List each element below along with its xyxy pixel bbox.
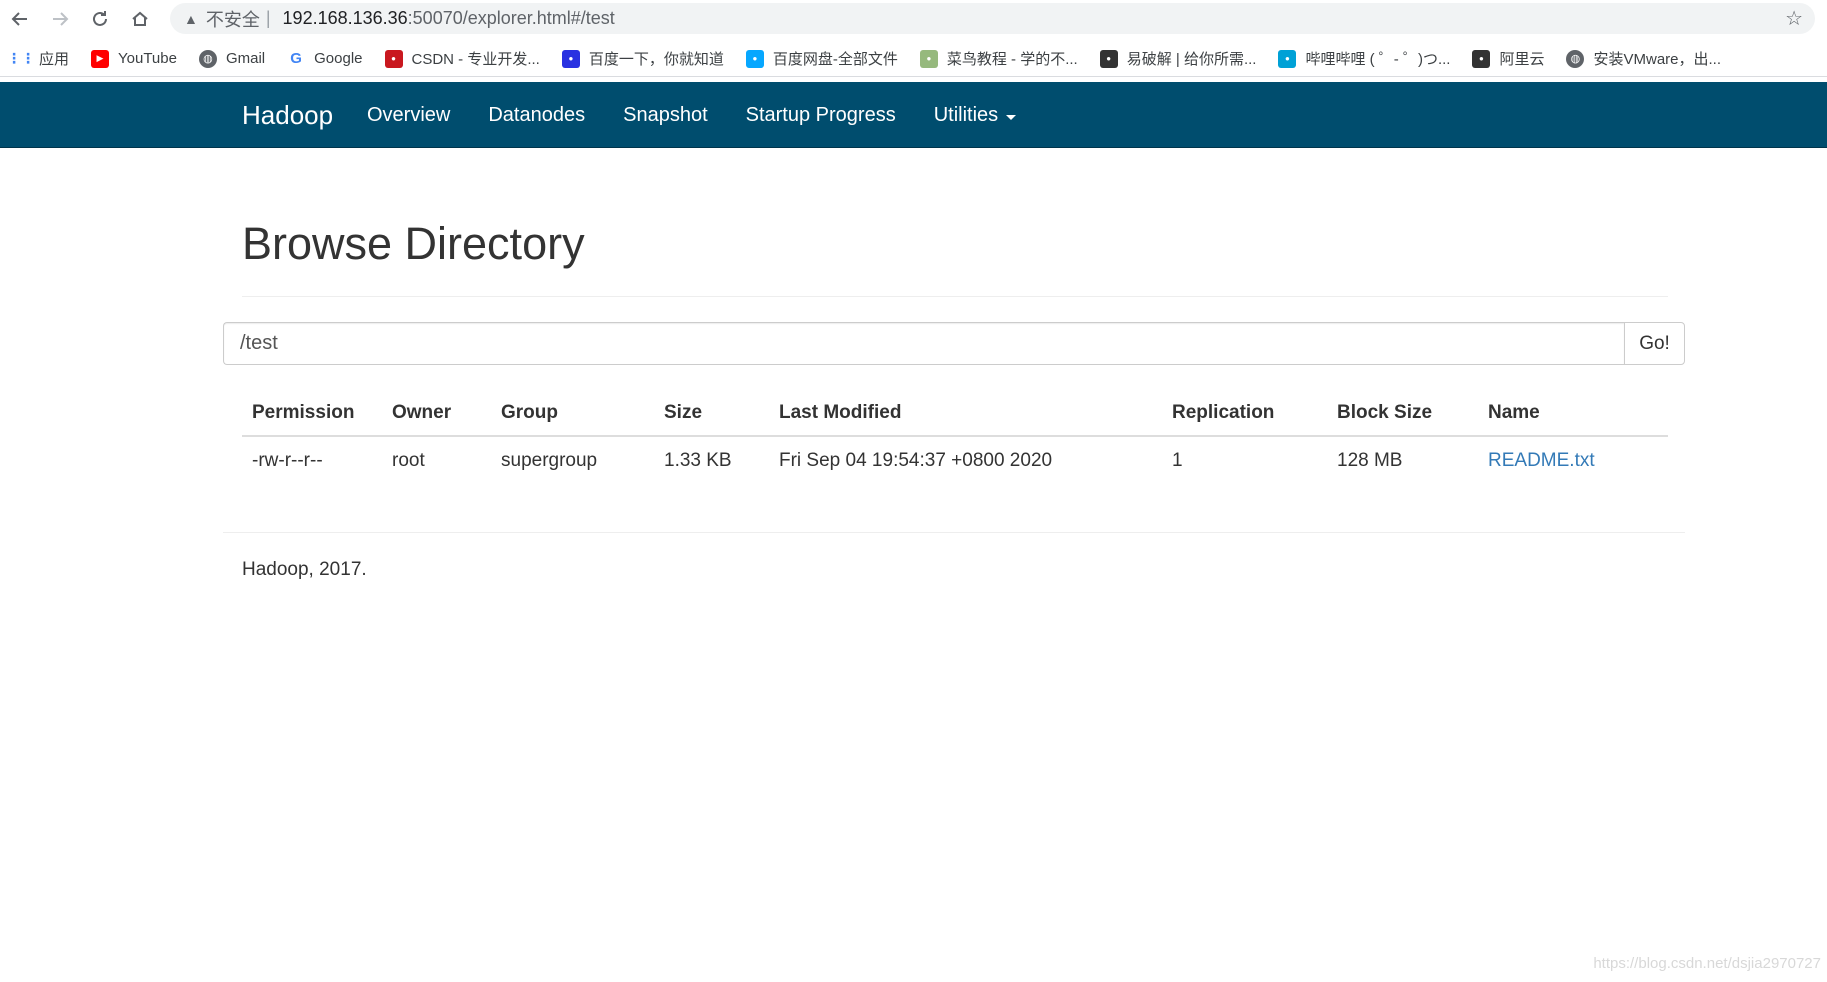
hadoop-navbar: Hadoop Overview Datanodes Snapshot Start… bbox=[0, 82, 1827, 148]
col-replication[interactable]: Replication bbox=[1162, 390, 1327, 437]
bookmark-star-icon[interactable]: ☆ bbox=[1785, 6, 1803, 31]
bookmark-label: 阿里云 bbox=[1499, 51, 1545, 68]
back-button[interactable] bbox=[0, 0, 40, 37]
cell-permission: -rw-r--r-- bbox=[252, 449, 323, 471]
bookmark-label: Google bbox=[314, 50, 363, 67]
col-permission[interactable]: Permission bbox=[242, 390, 382, 437]
title-divider bbox=[242, 296, 1668, 297]
bookmarks-bar: ⋮⋮ 应用 ▶ YouTube ◍ Gmail G Google ● CSDN - 专业开发...… bbox=[0, 41, 1827, 77]
globe-icon: ◍ bbox=[198, 49, 217, 68]
cell-group: supergroup bbox=[501, 449, 598, 471]
bookmark-label: 安装VMware，出... bbox=[1593, 51, 1721, 68]
bookmark-label: YouTube bbox=[118, 50, 177, 67]
arrow-right-icon bbox=[53, 11, 69, 26]
nav-utilities-dropdown[interactable]: Utilities bbox=[933, 104, 1017, 127]
cell-block-size: 128 MB bbox=[1337, 449, 1403, 471]
cell-size: 1.33 KB bbox=[664, 449, 732, 471]
bookmark-label: 哔哩哔哩 ( ゜- ゜)つ... bbox=[1305, 51, 1451, 68]
baidu-paw-icon: ● bbox=[561, 49, 580, 68]
bookmark-item[interactable]: ● 阿里云 bbox=[1472, 48, 1544, 69]
google-icon: G bbox=[290, 50, 302, 67]
directory-form: Go! bbox=[223, 322, 1685, 365]
bookmark-label: 百度网盘-全部文件 bbox=[772, 51, 898, 68]
youtube-icon: ▶ bbox=[91, 49, 110, 68]
file-link-readme[interactable]: README.txt bbox=[1478, 436, 1668, 484]
bookmark-label: 菜鸟教程 - 学的不... bbox=[946, 51, 1078, 68]
go-button[interactable]: Go! bbox=[1624, 322, 1685, 365]
bookmark-item[interactable]: ● 百度一下，你就知道 bbox=[561, 48, 724, 69]
col-owner[interactable]: Owner bbox=[382, 390, 491, 437]
address-bar[interactable]: ▲ 不安全 | 192.168.136.36 :50070/explorer.h… bbox=[170, 3, 1815, 34]
aliyun-icon: ● bbox=[1472, 49, 1491, 68]
globe-icon: ◍ bbox=[1566, 49, 1585, 68]
page-title: Browse Directory bbox=[242, 218, 585, 269]
baidu-cloud-icon: ● bbox=[745, 49, 764, 68]
bookmark-label: CSDN - 专业开发... bbox=[411, 51, 540, 68]
nav-utilities-label: Utilities bbox=[933, 104, 999, 126]
bookmark-item[interactable]: ● 易破解 | 给你所需... bbox=[1099, 48, 1257, 69]
cell-replication: 1 bbox=[1172, 449, 1183, 471]
bookmark-item[interactable]: ⋮⋮ 应用 bbox=[7, 48, 70, 69]
cell-last-modified: Fri Sep 04 19:54:37 +0800 2020 bbox=[779, 449, 1053, 471]
bookmark-item[interactable]: ● CSDN - 专业开发... bbox=[384, 48, 540, 69]
bookmark-label: Gmail bbox=[225, 50, 266, 67]
caret-down-icon bbox=[1006, 114, 1017, 120]
url-host: 192.168.136.36 bbox=[282, 8, 408, 28]
col-group[interactable]: Group bbox=[491, 390, 654, 437]
nav-snapshot[interactable]: Snapshot bbox=[623, 104, 708, 127]
footer-divider bbox=[223, 532, 1685, 533]
table-header-row: Permission Owner Group Size Last Modifie… bbox=[242, 390, 1668, 437]
ypojie-icon: ● bbox=[1099, 49, 1118, 68]
reload-button[interactable] bbox=[80, 0, 120, 37]
footer-text: Hadoop, 2017. bbox=[242, 559, 367, 580]
home-icon bbox=[132, 11, 148, 26]
col-name[interactable]: Name bbox=[1478, 390, 1668, 437]
bookmark-item[interactable]: ● 菜鸟教程 - 学的不... bbox=[919, 48, 1078, 69]
bilibili-icon: ● bbox=[1278, 49, 1297, 68]
bookmark-item[interactable]: ● 哔哩哔哩 ( ゜- ゜)つ... bbox=[1278, 48, 1450, 69]
home-button[interactable] bbox=[120, 0, 160, 37]
reload-icon bbox=[93, 10, 107, 26]
bookmark-item[interactable]: ◍ Gmail bbox=[198, 49, 266, 68]
bookmark-label: 百度一下，你就知道 bbox=[588, 51, 724, 68]
apps-grid-icon: ⋮⋮ bbox=[7, 50, 35, 66]
bookmark-label: 应用 bbox=[39, 51, 70, 68]
directory-table: Permission Owner Group Size Last Modifie… bbox=[242, 390, 1668, 484]
warning-triangle-icon: ▲ bbox=[184, 10, 198, 27]
nav-overview[interactable]: Overview bbox=[367, 104, 450, 127]
arrow-left-icon bbox=[11, 11, 27, 26]
bookmark-label: 易破解 | 给你所需... bbox=[1126, 51, 1257, 68]
col-last-modified[interactable]: Last Modified bbox=[769, 390, 1162, 437]
runoob-icon: ● bbox=[919, 49, 938, 68]
bookmark-item[interactable]: ◍ 安装VMware，出... bbox=[1566, 48, 1721, 69]
bookmark-item[interactable]: ▶ YouTube bbox=[91, 49, 177, 68]
browser-toolbar: ▲ 不安全 | 192.168.136.36 :50070/explorer.h… bbox=[0, 0, 1827, 37]
watermark: https://blog.csdn.net/dsjia2970727 bbox=[1593, 955, 1821, 972]
nav-startup-progress[interactable]: Startup Progress bbox=[746, 104, 896, 127]
nav-datanodes[interactable]: Datanodes bbox=[488, 104, 585, 127]
col-block-size[interactable]: Block Size bbox=[1327, 390, 1478, 437]
table-row: -rw-r--r-- root supergroup 1.33 KB Fri S… bbox=[242, 436, 1668, 484]
url-separator: | bbox=[265, 8, 271, 28]
directory-input[interactable] bbox=[223, 322, 1624, 365]
bookmark-item[interactable]: G Google bbox=[287, 50, 362, 68]
forward-button[interactable] bbox=[40, 0, 80, 37]
navbar-brand[interactable]: Hadoop bbox=[242, 100, 333, 131]
csdn-icon: ● bbox=[384, 49, 403, 68]
insecure-label: 不安全 bbox=[205, 9, 260, 30]
cell-owner: root bbox=[392, 449, 425, 471]
col-size[interactable]: Size bbox=[654, 390, 769, 437]
navbar-menu: Overview Datanodes Snapshot Startup Prog… bbox=[348, 104, 1035, 127]
url-path: :50070/explorer.html#/test bbox=[407, 8, 615, 28]
bookmark-item[interactable]: ● 百度网盘-全部文件 bbox=[745, 48, 898, 69]
